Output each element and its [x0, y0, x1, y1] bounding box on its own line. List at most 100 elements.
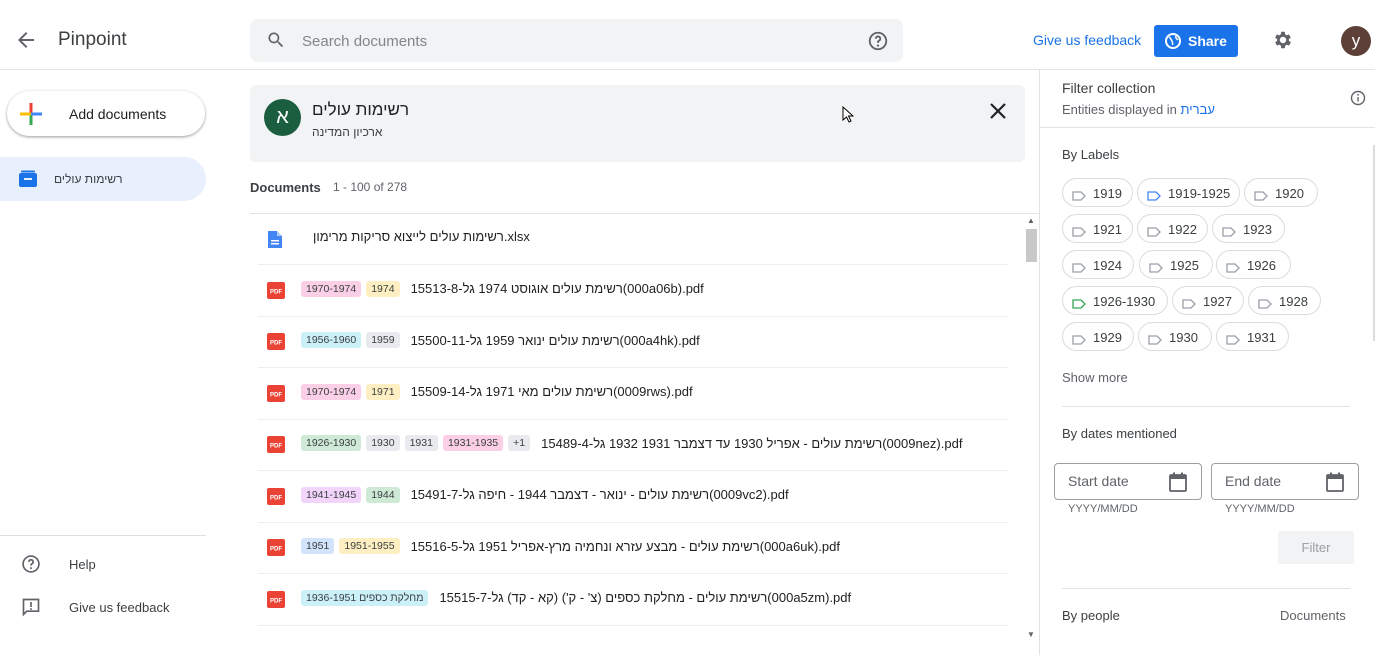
entities-language-link[interactable]: עברית: [1181, 102, 1215, 117]
label-filter-chip[interactable]: 1924: [1062, 250, 1134, 279]
document-label-chip[interactable]: 1970-1974: [301, 280, 362, 297]
document-list-scrollbar[interactable]: ▲ ▼: [1025, 215, 1038, 641]
document-label-chip[interactable]: 1959: [366, 332, 400, 348]
document-label-chip[interactable]: 1970-1974: [301, 383, 362, 400]
label-filter-chip[interactable]: 1927: [1172, 286, 1244, 315]
document-row[interactable]: PDF 1970-1974 1974 15513-8-רשימת עולים אוגו…: [258, 266, 1008, 317]
feedback-label: Give us feedback: [69, 600, 170, 615]
label-filter-chip[interactable]: 1919-1925: [1137, 178, 1240, 207]
label-filter-text: 1929: [1093, 330, 1122, 345]
feedback-icon: [22, 598, 40, 617]
label-filter-text: 1924: [1093, 258, 1122, 273]
document-name[interactable]: 15489-4-רשימת עולים - אפריל 1930 עד דצמב…: [541, 436, 962, 451]
svg-text:PDF: PDF: [270, 341, 282, 347]
documents-heading: Documents: [250, 180, 321, 195]
document-label-chip[interactable]: 1936-1951 מחלקת כספים: [301, 589, 429, 606]
document-label-chip[interactable]: +1: [508, 435, 531, 451]
document-name[interactable]: 15516-5-רשימת עולים - מבצע עזרא ונחמיה מ…: [411, 539, 840, 554]
share-button[interactable]: Share: [1154, 25, 1238, 57]
pdf-file-icon: PDF: [267, 384, 285, 407]
label-filter-chip[interactable]: 1929: [1062, 322, 1134, 351]
add-documents-label: Add documents: [69, 106, 167, 122]
search-bar[interactable]: [250, 19, 903, 62]
add-documents-button[interactable]: Add documents: [7, 91, 205, 136]
sidebar-feedback[interactable]: Give us feedback: [0, 593, 206, 623]
document-row[interactable]: PDF 1926-1930 1930 1931 1931-1935 +1 15489-4-ר…: [258, 420, 1008, 471]
close-icon[interactable]: [988, 101, 1008, 121]
label-filter-chip[interactable]: 1926-1930: [1062, 286, 1168, 315]
document-name[interactable]: 15491-7-רשימת עולים - ינואר - דצמבר 1944…: [411, 487, 789, 502]
search-help-icon[interactable]: [867, 30, 889, 52]
document-name[interactable]: 15509-14-רשימת עולים מאי 1971 גל(0009rws…: [411, 384, 693, 399]
document-label-chip[interactable]: 1941-1945: [301, 486, 362, 503]
share-label: Share: [1188, 33, 1227, 49]
label-filter-text: 1922: [1168, 222, 1197, 237]
label-filter-chip[interactable]: 1931: [1216, 322, 1289, 351]
label-filter-chip[interactable]: 1926: [1216, 250, 1291, 279]
document-row[interactable]: PDF 1956-1960 1959 15500-11-רשימת עולים ינו…: [258, 317, 1008, 368]
label-tag-icon: [1072, 296, 1086, 314]
label-filter-chip[interactable]: 1928: [1248, 286, 1321, 315]
label-filter-chip[interactable]: 1930: [1138, 322, 1212, 351]
label-filter-text: 1931: [1247, 330, 1276, 345]
mouse-cursor-icon: [842, 106, 854, 123]
label-filter-chip[interactable]: 1923: [1212, 214, 1285, 243]
document-file-icon: [267, 230, 283, 254]
people-documents-column: Documents: [1280, 608, 1346, 623]
document-label-chip[interactable]: 1956-1960: [301, 332, 362, 348]
end-date-input[interactable]: [1225, 473, 1325, 489]
scroll-up-arrow-icon[interactable]: ▲: [1027, 216, 1035, 225]
start-date-field[interactable]: [1054, 463, 1202, 500]
scroll-down-arrow-icon[interactable]: ▼: [1027, 630, 1035, 639]
document-label-chip[interactable]: 1951-1955: [339, 538, 400, 554]
document-name[interactable]: 15515-7-רשימת עולים - מחלקת כספים (צ' - …: [439, 590, 851, 605]
document-label-chip[interactable]: 1971: [366, 383, 400, 400]
back-arrow-icon[interactable]: [14, 28, 38, 52]
filter-title: Filter collection: [1062, 80, 1156, 96]
document-row[interactable]: רשימות עולים לייצוא סריקות מרימון.xlsx: [258, 214, 1008, 265]
info-icon[interactable]: [1350, 90, 1366, 106]
label-filter-chip[interactable]: 1922: [1137, 214, 1208, 243]
label-filter-chip[interactable]: 1920: [1244, 178, 1318, 207]
help-icon: [22, 555, 40, 573]
pdf-file-icon: PDF: [267, 539, 285, 561]
by-labels-heading: By Labels: [1062, 147, 1120, 162]
calendar-icon[interactable]: [1169, 472, 1187, 492]
document-name[interactable]: רשימות עולים לייצוא סריקות מרימון.xlsx: [313, 229, 530, 244]
sidebar-item-collection[interactable]: רשימות עולים: [0, 157, 206, 201]
user-avatar[interactable]: y: [1341, 26, 1371, 56]
scrollbar-thumb[interactable]: [1026, 229, 1037, 262]
document-label-chip[interactable]: 1931: [404, 435, 438, 451]
documents-count: 1 - 100 of 278: [333, 180, 408, 194]
document-label-chip[interactable]: 1974: [366, 280, 400, 297]
document-row[interactable]: PDF 1970-1974 1971 15509-14-רשימת עולים מאי…: [258, 369, 1008, 420]
document-row[interactable]: PDF 1951 1951-1955 15516-5-רשימת עולים - מב…: [258, 523, 1008, 574]
calendar-icon[interactable]: [1326, 472, 1344, 492]
give-feedback-link[interactable]: Give us feedback: [1033, 32, 1141, 48]
label-filter-chip[interactable]: 1921: [1062, 214, 1133, 243]
document-row-content: רשימות עולים לייצוא סריקות מרימון.xlsx: [301, 229, 530, 244]
filter-button[interactable]: Filter: [1278, 531, 1354, 564]
document-label-chip[interactable]: 1944: [366, 486, 400, 503]
document-row[interactable]: PDF 1941-1945 1944 15491-7-רשימת עולים - ינ…: [258, 472, 1008, 523]
start-date-input[interactable]: [1068, 473, 1168, 489]
sidebar-help[interactable]: Help: [0, 550, 206, 580]
document-label-chip[interactable]: 1931-1935: [442, 435, 504, 451]
svg-text:PDF: PDF: [270, 598, 282, 604]
show-more-link[interactable]: Show more: [1062, 370, 1128, 385]
document-row-content: 1936-1951 מחלקת כספים 15515-7-רשימת עולים…: [301, 589, 851, 606]
settings-gear-icon[interactable]: [1272, 29, 1294, 51]
label-filter-chip[interactable]: 1919: [1062, 178, 1133, 207]
document-label-chip[interactable]: 1930: [366, 435, 400, 451]
document-name[interactable]: 15513-8-רשימת עולים אוגוסט 1974 גל(000a0…: [411, 281, 704, 296]
collection-subtitle: ארכיון המדינה: [312, 125, 383, 139]
label-filter-chip[interactable]: 1925: [1139, 250, 1213, 279]
document-label-chip[interactable]: 1926-1930: [301, 435, 362, 451]
document-label-chip[interactable]: 1951: [301, 538, 335, 554]
start-date-format-hint: YYYY/MM/DD: [1068, 503, 1138, 515]
end-date-field[interactable]: [1211, 463, 1359, 500]
search-input[interactable]: [302, 28, 842, 54]
document-row[interactable]: PDF 1936-1951 מחלקת כספים 15515-7-רשימת עו…: [258, 575, 1008, 626]
document-name[interactable]: 15500-11-רשימת עולים ינואר 1959 גל(000a4…: [411, 333, 700, 348]
svg-text:PDF: PDF: [270, 289, 282, 295]
